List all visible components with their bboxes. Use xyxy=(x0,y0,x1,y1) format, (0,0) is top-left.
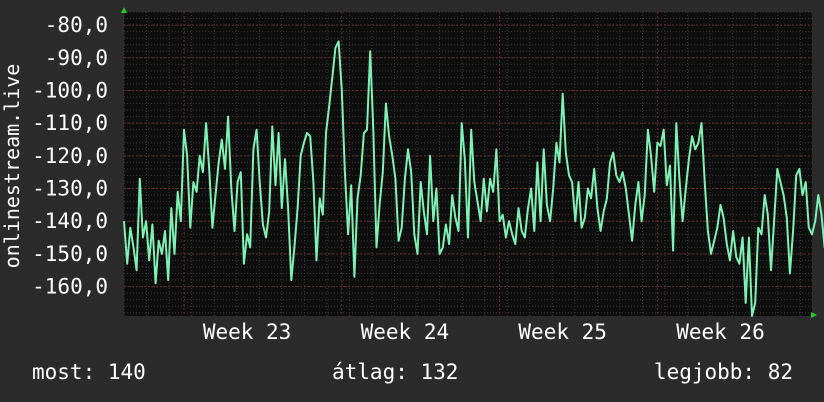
x-axis-arrow-icon xyxy=(811,312,817,318)
x-axis-tick-labels: Week 23 Week 24 Week 25 Week 26 xyxy=(203,320,765,344)
y-tick-label: -90,0 xyxy=(45,46,108,70)
y-tick-label: -160,0 xyxy=(32,275,108,299)
x-tick-label: Week 23 xyxy=(203,320,292,344)
best-value: legjobb: 82 xyxy=(653,360,793,384)
y-axis-arrow-icon xyxy=(121,7,127,13)
y-tick-label: -150,0 xyxy=(32,242,108,266)
stats-bar: most: 140 átlag: 132 legjobb: 82 xyxy=(0,360,824,390)
y-tick-label: -80,0 xyxy=(45,13,108,37)
x-tick-label: Week 25 xyxy=(518,320,607,344)
x-tick-label: Week 26 xyxy=(676,320,765,344)
y-axis-tick-labels: -80,0 -90,0 -100,0 -110,0 -120,0 -130,0 -140,0… xyxy=(32,13,108,299)
average-value: átlag: 132 xyxy=(332,360,459,384)
y-tick-label: -110,0 xyxy=(32,111,108,135)
x-tick-label: Week 24 xyxy=(361,320,450,344)
y-tick-label: -140,0 xyxy=(32,209,108,233)
chart: -80,0 -90,0 -100,0 -110,0 -120,0 -130,0 -140,0… xyxy=(0,7,824,344)
current-value: most: 140 xyxy=(32,360,146,384)
y-axis-label: onlinestream.live xyxy=(0,64,24,269)
y-tick-label: -120,0 xyxy=(32,144,108,168)
y-tick-label: -100,0 xyxy=(32,78,108,102)
y-tick-label: -130,0 xyxy=(32,177,108,201)
